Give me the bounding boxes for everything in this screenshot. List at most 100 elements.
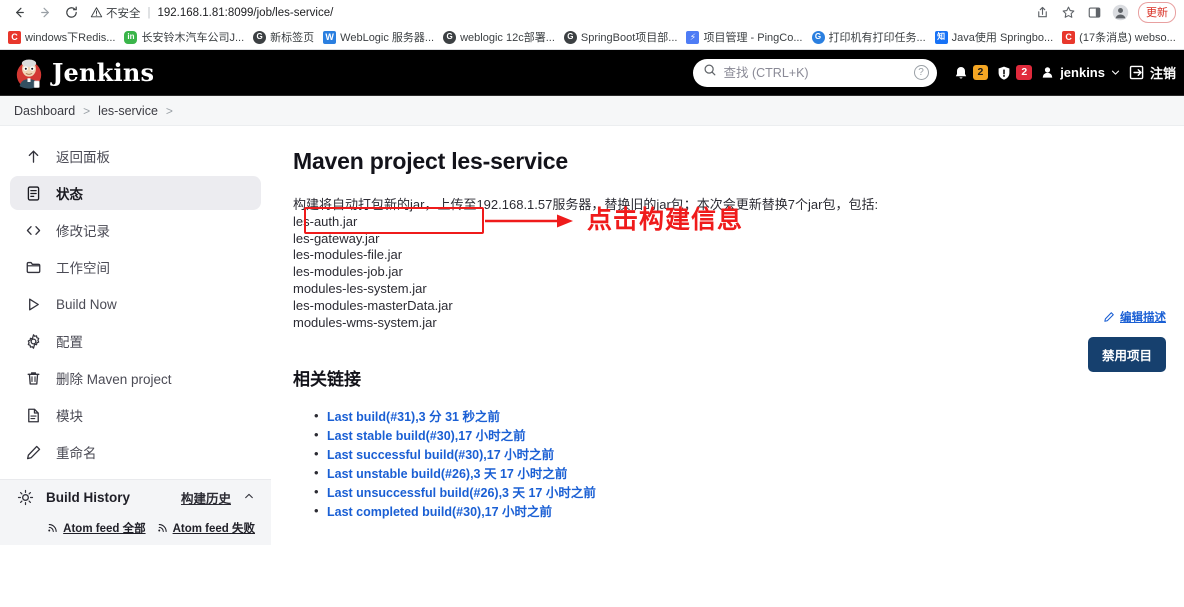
bookmark-item[interactable]: W WebLogic 服务器... [321,29,441,45]
last-unstable-build-link[interactable]: Last unstable build(#26),3 天 17 小时之前 [327,463,567,482]
bookmark-item[interactable]: G 新标签页 [251,29,321,45]
update-button[interactable]: 更新 [1138,2,1176,23]
sidebar-item-label: 返回面板 [56,150,110,165]
jenkins-butler-logo-icon [16,59,42,89]
logout-label: 注销 [1149,66,1176,81]
description-line: les-modules-masterData.jar [293,297,453,313]
pencil-icon [24,443,42,461]
sidebar-item-delete-project[interactable]: 删除 Maven project [10,361,261,395]
atom-feed-all-label: Atom feed 全部 [63,523,146,535]
bookmark-favicon-icon: G [253,30,267,44]
sidebar-item-configure[interactable]: 配置 [10,324,261,358]
sidebar-item-workspace[interactable]: 工作空间 [10,250,261,284]
bookmark-label: 项目管理 - PingCo... [703,32,803,44]
profile-avatar-icon[interactable] [1112,4,1129,21]
sidebar-item-build-now[interactable]: Build Now [10,287,261,321]
sidebar-item-label: 修改记录 [56,224,110,239]
search-input[interactable] [723,65,907,80]
description-line: les-modules-job.jar [293,264,403,280]
list-item[interactable]: Last successful build(#30),17 小时之前 [314,444,1162,463]
search-box[interactable]: ? [692,58,937,87]
disable-project-button[interactable]: 禁用项目 [1087,337,1166,372]
chevron-up-icon[interactable] [243,489,255,507]
sidebar-item-modules[interactable]: 模块 [10,398,261,432]
sidebar-item-changes[interactable]: 修改记录 [10,213,261,247]
build-history-link[interactable]: 构建历史 [181,488,231,507]
sidebar-item-status[interactable]: 状态 [10,176,261,210]
bookmark-label: WebLogic 服务器... [340,32,435,44]
bookmark-favicon-icon: C [8,30,21,44]
forward-arrow-icon[interactable] [32,2,58,24]
bookmark-item[interactable]: 知 Java使用 Springbo... [933,29,1061,45]
last-stable-build-link[interactable]: Last stable build(#30),17 小时之前 [327,425,526,444]
build-history-header[interactable]: Build History 构建历史 [0,479,271,515]
list-item[interactable]: Last unstable build(#26),3 天 17 小时之前 [314,463,1162,482]
last-completed-build-link[interactable]: Last completed build(#30),17 小时之前 [327,501,552,520]
bookmark-item[interactable]: G weblogic 12c部署... [441,29,562,45]
bell-icon [955,66,966,79]
description-line: les-modules-file.jar [293,247,403,263]
share-icon[interactable] [1034,4,1051,21]
bookmark-favicon-icon: G [443,30,457,44]
project-description: 构建将自动打包新的jar，上传至192.168.1.57服务器，替换旧的jar包… [293,197,1162,331]
bookmark-item[interactable]: G 打印机有打印任务... [810,29,933,45]
description-line: les-gateway.jar [293,230,380,246]
bookmark-item[interactable]: C (17条消息) webso... [1060,29,1183,45]
list-item[interactable]: Last unsuccessful build(#26),3 天 17 小时之前 [314,482,1162,501]
last-build-link[interactable]: Last build(#31),3 分 31 秒之前 [327,406,500,425]
notifications-button[interactable]: 2 [953,64,989,81]
breadcrumb-separator: > [83,103,91,118]
description-line: 构建将自动打包新的jar，上传至192.168.1.57服务器，替换旧的jar包… [293,197,879,212]
sidebar-item-back-to-dashboard[interactable]: 返回面板 [10,139,261,173]
bookmark-favicon-icon: G [811,30,825,44]
security-count-badge: 2 [1016,64,1033,81]
bookmark-label: 长安铃木汽车公司J... [141,32,245,44]
url-text: 192.168.1.81:8099/job/les-service/ [157,6,334,19]
bookmark-item[interactable]: in 长安铃木汽车公司J... [122,29,251,45]
bookmark-item[interactable]: ⚡ 项目管理 - PingCo... [684,29,809,45]
bookmark-item[interactable]: G SpringBoot项目部... [562,29,685,45]
security-warnings-button[interactable]: 2 [996,64,1033,81]
last-unsuccessful-build-link[interactable]: Last unsuccessful build(#26),3 天 17 小时之前 [327,482,596,501]
bookmark-favicon-icon: ⚡ [686,30,700,44]
last-successful-build-link[interactable]: Last successful build(#30),17 小时之前 [327,444,554,463]
list-item[interactable]: Last completed build(#30),17 小时之前 [314,501,1162,520]
jenkins-home-link[interactable]: Jenkins [14,57,154,89]
breadcrumb-item-dashboard[interactable]: Dashboard [14,104,75,118]
code-brackets-icon [24,221,42,239]
atom-feed-all-link[interactable]: Atom feed 全部 [47,520,146,536]
description-line: modules-wms-system.jar [293,314,437,330]
atom-feed-failed-link[interactable]: Atom feed 失败 [157,520,255,536]
sidebar-item-rename[interactable]: 重命名 [10,435,261,469]
logout-button[interactable]: 注销 [1129,63,1176,82]
help-circle-icon[interactable]: ? [913,65,929,80]
back-arrow-icon[interactable] [6,2,32,24]
edit-description-label: 编辑描述 [1120,312,1166,324]
reload-icon[interactable] [58,2,84,24]
bookmark-item[interactable]: C windows下Redis... [6,29,122,45]
breadcrumb-item-les-service[interactable]: les-service [98,104,158,118]
user-menu-button[interactable]: jenkins [1040,65,1121,80]
logout-icon [1129,65,1144,80]
side-panel-icon[interactable] [1086,4,1103,21]
description-line: modules-les-system.jar [293,280,427,296]
chevron-down-icon [1111,70,1120,75]
bookmark-label: SpringBoot项目部... [580,32,678,44]
breadcrumb: Dashboard > les-service > [0,96,1184,126]
bookmark-label: 打印机有打印任务... [828,32,926,44]
omnibox-divider: | [147,6,151,19]
document-icon [24,406,42,424]
bookmark-label: weblogic 12c部署... [460,32,555,44]
rss-icon [157,524,167,532]
list-item[interactable]: Last stable build(#30),17 小时之前 [314,425,1162,444]
star-icon[interactable] [1060,4,1077,21]
related-links-title: 相关链接 [293,370,361,390]
address-bar[interactable]: 不安全 | 192.168.1.81:8099/job/les-service/ [90,2,1034,23]
sidebar-item-label: 模块 [56,409,83,424]
browser-nav-bar: 不安全 | 192.168.1.81:8099/job/les-service/… [0,0,1184,25]
related-links-list: Last build(#31),3 分 31 秒之前 Last stable b… [293,406,1162,520]
edit-description-link[interactable]: 编辑描述 [1103,309,1166,325]
list-item[interactable]: Last build(#31),3 分 31 秒之前 [314,406,1162,425]
atom-feed-failed-label: Atom feed 失败 [172,523,255,535]
pencil-icon [1104,312,1114,322]
